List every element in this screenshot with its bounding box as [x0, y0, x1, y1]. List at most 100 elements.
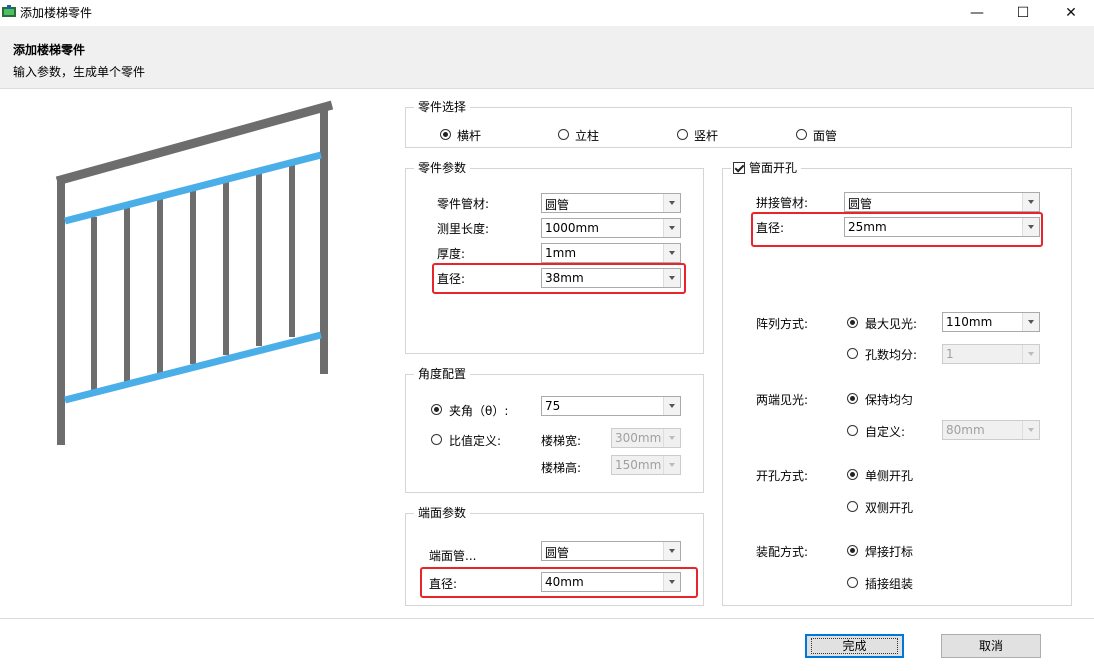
radio-max-visible[interactable]: [847, 317, 858, 328]
part-params-legend: 零件参数: [414, 161, 471, 175]
length-value: 1000mm: [545, 221, 599, 235]
thickness-select[interactable]: 1mm: [541, 243, 681, 263]
radio-weld-mark[interactable]: [847, 545, 858, 556]
maximize-button[interactable]: ☐: [1000, 0, 1046, 26]
label-crossbar: 横杆: [457, 129, 482, 143]
app-icon: [2, 5, 16, 17]
plug-assembly-label: 插接组装: [865, 577, 914, 591]
thickness-value: 1mm: [545, 246, 577, 260]
radio-face-pipe[interactable]: [796, 129, 807, 140]
weld-mark-label: 焊接打标: [865, 545, 914, 559]
custom-value: 80mm: [946, 423, 985, 437]
stair-height-select[interactable]: 150mm: [611, 455, 681, 475]
chevron-down-icon: [1022, 313, 1039, 331]
double-side-label: 双侧开孔: [865, 501, 914, 515]
end-diameter-label: 直径:: [429, 577, 458, 591]
thickness-label: 厚度:: [437, 247, 466, 261]
splice-select[interactable]: 圆管: [844, 192, 1040, 212]
diameter-label: 直径:: [437, 272, 466, 286]
material-value: 圆管: [545, 198, 570, 212]
footer-divider: [0, 618, 1094, 619]
title-bar: 添加楼梯零件 — ☐ ✕: [0, 0, 1094, 26]
radio-custom[interactable]: [847, 425, 858, 436]
railing-preview: [55, 100, 334, 445]
radio-baluster[interactable]: [677, 129, 688, 140]
ok-button-label: 完成: [811, 638, 898, 654]
pipe-hole-checkbox[interactable]: [733, 162, 745, 174]
array-label: 阵列方式:: [756, 317, 809, 331]
end-params-legend: 端面参数: [414, 506, 471, 520]
max-visible-select[interactable]: 110mm: [942, 312, 1040, 332]
radio-single-side[interactable]: [847, 469, 858, 480]
length-label: 测里长度:: [437, 222, 490, 236]
chevron-down-icon: [663, 194, 680, 212]
part-select-legend: 零件选择: [414, 100, 471, 114]
ratio-label: 比值定义:: [449, 434, 502, 448]
chevron-down-icon: [1022, 421, 1039, 439]
radio-angle[interactable]: [431, 404, 442, 415]
hole-diameter-select[interactable]: 25mm: [844, 217, 1040, 237]
radio-ratio[interactable]: [431, 434, 442, 445]
end-pipe-label: 端面管...: [429, 549, 477, 563]
ends-label: 两端见光:: [756, 393, 809, 407]
angle-legend: 角度配置: [414, 367, 471, 381]
chevron-down-icon: [663, 397, 680, 415]
chevron-down-icon: [663, 456, 680, 474]
keep-uniform-label: 保持均匀: [865, 393, 914, 407]
angle-label: 夹角（θ）:: [449, 404, 509, 418]
chevron-down-icon: [1022, 193, 1039, 211]
radio-crossbar[interactable]: [440, 129, 451, 140]
assembly-label: 装配方式:: [756, 545, 809, 559]
custom-select[interactable]: 80mm: [942, 420, 1040, 440]
minimize-button[interactable]: —: [954, 0, 1000, 26]
radio-plug-assembly[interactable]: [847, 577, 858, 588]
cancel-button[interactable]: 取消: [941, 634, 1041, 658]
chevron-down-icon: [1022, 218, 1039, 236]
length-select[interactable]: 1000mm: [541, 218, 681, 238]
chevron-down-icon: [663, 542, 680, 560]
end-diameter-value: 40mm: [545, 575, 584, 589]
hole-count-select[interactable]: 1: [942, 344, 1040, 364]
custom-label: 自定义:: [865, 425, 906, 439]
material-label: 零件管材:: [437, 197, 490, 211]
close-button[interactable]: ✕: [1048, 0, 1094, 26]
chevron-down-icon: [663, 244, 680, 262]
hole-mode-label: 开孔方式:: [756, 469, 809, 483]
stair-width-label: 楼梯宽:: [541, 434, 582, 448]
angle-value: 75: [545, 399, 561, 413]
pipe-hole-legend: 管面开孔: [731, 161, 802, 175]
header-title: 添加楼梯零件: [13, 43, 86, 57]
angle-select[interactable]: 75: [541, 396, 681, 416]
stair-width-value: 300mm: [615, 431, 662, 445]
pipe-hole-legend-text: 管面开孔: [749, 161, 798, 175]
chevron-down-icon: [1022, 345, 1039, 363]
railing-balusters: [91, 162, 295, 390]
chevron-down-icon: [663, 429, 680, 447]
radio-post[interactable]: [558, 129, 569, 140]
radio-hole-count[interactable]: [847, 348, 858, 359]
radio-double-side[interactable]: [847, 501, 858, 512]
part-select-group: 零件选择 横杆 立柱 竖杆 面管: [405, 100, 1072, 148]
end-params-group: 端面参数 端面管... 圆管 直径: 40mm: [405, 506, 704, 606]
stair-height-label: 楼梯高:: [541, 461, 582, 475]
stair-height-value: 150mm: [615, 458, 662, 472]
stair-width-select[interactable]: 300mm: [611, 428, 681, 448]
diameter-select[interactable]: 38mm: [541, 268, 681, 288]
pipe-hole-group: 管面开孔 拼接管材: 圆管 直径: 25mm 阵列方式: 最大见光: 110mm…: [722, 161, 1072, 606]
part-params-group: 零件参数 零件管材: 圆管 测里长度: 1000mm 厚度: 1mm 直径: 3…: [405, 161, 704, 354]
max-visible-value: 110mm: [946, 315, 993, 329]
radio-keep-uniform[interactable]: [847, 393, 858, 404]
label-baluster: 竖杆: [694, 129, 719, 143]
diameter-value: 38mm: [545, 271, 584, 285]
end-pipe-value: 圆管: [545, 546, 570, 560]
splice-value: 圆管: [848, 197, 873, 211]
label-post: 立柱: [575, 129, 600, 143]
chevron-down-icon: [663, 219, 680, 237]
material-select[interactable]: 圆管: [541, 193, 681, 213]
hole-diameter-value: 25mm: [848, 220, 887, 234]
end-diameter-select[interactable]: 40mm: [541, 572, 681, 592]
splice-label: 拼接管材:: [756, 196, 809, 210]
end-pipe-select[interactable]: 圆管: [541, 541, 681, 561]
chevron-down-icon: [663, 269, 680, 287]
ok-button[interactable]: 完成: [805, 634, 904, 658]
